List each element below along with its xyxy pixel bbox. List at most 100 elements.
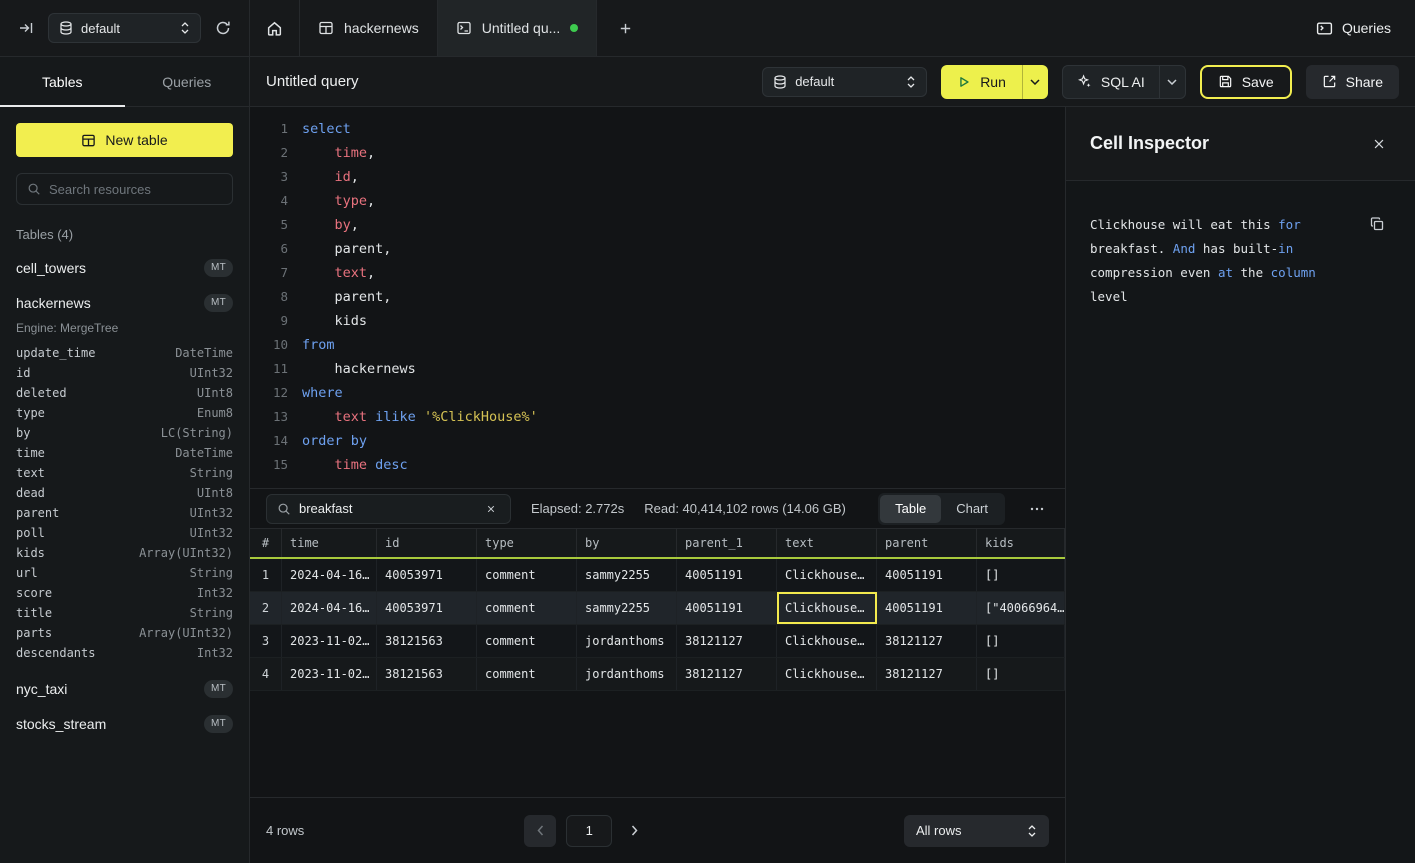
editor-line[interactable]: 6 parent, <box>262 237 1065 261</box>
table-cell[interactable]: 40051191 <box>877 559 977 591</box>
editor-line[interactable]: 3 id, <box>262 165 1065 189</box>
table-cell[interactable]: 40053971 <box>377 592 477 624</box>
editor-line[interactable]: 15 time desc <box>262 453 1065 477</box>
column-header-by[interactable]: by <box>577 529 677 557</box>
editor-line[interactable]: 7 text, <box>262 261 1065 285</box>
run-options-button[interactable] <box>1022 65 1048 99</box>
home-tab[interactable] <box>250 0 300 56</box>
close-inspector-button[interactable] <box>1367 132 1391 156</box>
table-cell[interactable]: 2023-11-02… <box>282 625 377 657</box>
run-button[interactable]: Run <box>941 65 1022 99</box>
sidebar-table-stocks_stream[interactable]: stocks_streamMT <box>16 715 233 733</box>
table-cell[interactable]: 38121127 <box>877 625 977 657</box>
editor-line[interactable]: 5 by, <box>262 213 1065 237</box>
column-row[interactable]: typeEnum8 <box>16 403 233 423</box>
table-cell[interactable]: jordanthoms <box>577 658 677 690</box>
sidebar-table-nyc_taxi[interactable]: nyc_taxiMT <box>16 680 233 698</box>
table-cell[interactable]: 2023-11-02… <box>282 658 377 690</box>
column-row[interactable]: timeDateTime <box>16 443 233 463</box>
page-number-input[interactable] <box>566 815 612 847</box>
table-cell[interactable]: ["40066964… <box>977 592 1065 624</box>
table-cell[interactable]: Clickhouse… <box>777 559 877 591</box>
column-header-num[interactable]: # <box>250 529 282 557</box>
sql-editor[interactable]: 1select2 time,3 id,4 type,5 by,6 parent,… <box>250 107 1065 488</box>
column-row[interactable]: textString <box>16 463 233 483</box>
table-cell[interactable]: [] <box>977 559 1065 591</box>
editor-line[interactable]: 14order by <box>262 429 1065 453</box>
new-tab-button[interactable] <box>611 14 639 42</box>
sidebar-table-hackernews[interactable]: hackernewsMT <box>16 294 233 312</box>
column-row[interactable]: byLC(String) <box>16 423 233 443</box>
table-cell[interactable]: 38121563 <box>377 658 477 690</box>
table-cell[interactable]: Clickhouse… <box>777 592 877 624</box>
column-row[interactable]: urlString <box>16 563 233 583</box>
table-cell[interactable]: 40051191 <box>677 592 777 624</box>
column-row[interactable]: scoreInt32 <box>16 583 233 603</box>
table-cell[interactable]: comment <box>477 625 577 657</box>
sql-ai-options-button[interactable] <box>1159 66 1185 98</box>
next-page-button[interactable] <box>622 815 646 847</box>
column-row[interactable]: deadUInt8 <box>16 483 233 503</box>
column-row[interactable]: pollUInt32 <box>16 523 233 543</box>
previous-page-button[interactable] <box>524 815 556 847</box>
editor-line[interactable]: 4 type, <box>262 189 1065 213</box>
editor-line[interactable]: 11 hackernews <box>262 357 1065 381</box>
column-header-parent[interactable]: parent <box>877 529 977 557</box>
editor-line[interactable]: 8 parent, <box>262 285 1065 309</box>
sidebar-table-cell_towers[interactable]: cell_towersMT <box>16 259 233 277</box>
column-row[interactable]: deletedUInt8 <box>16 383 233 403</box>
editor-line[interactable]: 13 text ilike '%ClickHouse%' <box>262 405 1065 429</box>
table-cell[interactable]: [] <box>977 658 1065 690</box>
editor-line[interactable]: 1select <box>262 117 1065 141</box>
sidebar-tab-queries[interactable]: Queries <box>125 57 250 106</box>
editor-line[interactable]: 10from <box>262 333 1065 357</box>
sidebar-collapse-button[interactable] <box>12 14 40 42</box>
sql-ai-button[interactable]: SQL AI <box>1063 66 1159 98</box>
table-row[interactable]: 32023-11-02…38121563commentjordanthoms38… <box>250 625 1065 658</box>
column-row[interactable]: idUInt32 <box>16 363 233 383</box>
table-cell[interactable]: 2024-04-16… <box>282 559 377 591</box>
table-cell[interactable]: sammy2255 <box>577 559 677 591</box>
view-toggle-chart[interactable]: Chart <box>941 495 1003 523</box>
table-cell[interactable]: jordanthoms <box>577 625 677 657</box>
table-cell[interactable]: Clickhouse… <box>777 658 877 690</box>
table-cell[interactable]: 40051191 <box>677 559 777 591</box>
table-row[interactable]: 22024-04-16…40053971commentsammy22554005… <box>250 592 1065 625</box>
results-search-input[interactable] <box>299 501 474 516</box>
share-button[interactable]: Share <box>1306 65 1399 99</box>
table-cell[interactable]: 38121127 <box>677 658 777 690</box>
table-cell[interactable]: 38121127 <box>877 658 977 690</box>
column-row[interactable]: partsArray(UInt32) <box>16 623 233 643</box>
column-row[interactable]: descendantsInt32 <box>16 643 233 663</box>
table-cell[interactable]: comment <box>477 592 577 624</box>
resource-search[interactable] <box>16 173 233 205</box>
table-cell[interactable]: comment <box>477 559 577 591</box>
column-header-id[interactable]: id <box>377 529 477 557</box>
results-more-button[interactable] <box>1025 497 1049 521</box>
column-header-text[interactable]: text <box>777 529 877 557</box>
column-row[interactable]: parentUInt32 <box>16 503 233 523</box>
column-header-time[interactable]: time <box>282 529 377 557</box>
table-cell[interactable]: 38121563 <box>377 625 477 657</box>
table-row[interactable]: 42023-11-02…38121563commentjordanthoms38… <box>250 658 1065 691</box>
table-cell[interactable]: 40051191 <box>877 592 977 624</box>
sidebar-tab-tables[interactable]: Tables <box>0 57 125 106</box>
column-header-type[interactable]: type <box>477 529 577 557</box>
column-header-parent_1[interactable]: parent_1 <box>677 529 777 557</box>
column-row[interactable]: titleString <box>16 603 233 623</box>
editor-line[interactable]: 2 time, <box>262 141 1065 165</box>
tab-hackernews[interactable]: hackernews <box>300 0 438 56</box>
editor-line[interactable]: 12where <box>262 381 1065 405</box>
table-cell[interactable]: comment <box>477 658 577 690</box>
results-search[interactable] <box>266 494 511 524</box>
queries-button[interactable]: Queries <box>1316 20 1391 37</box>
table-cell[interactable]: [] <box>977 625 1065 657</box>
copy-cell-button[interactable] <box>1366 213 1388 235</box>
table-row[interactable]: 12024-04-16…40053971commentsammy22554005… <box>250 559 1065 592</box>
view-toggle-table[interactable]: Table <box>880 495 941 523</box>
save-button[interactable]: Save <box>1200 65 1292 99</box>
tab-untitled-query[interactable]: Untitled qu... <box>438 0 598 56</box>
table-cell[interactable]: sammy2255 <box>577 592 677 624</box>
table-cell[interactable]: 2024-04-16… <box>282 592 377 624</box>
page-size-select[interactable]: All rows <box>904 815 1049 847</box>
